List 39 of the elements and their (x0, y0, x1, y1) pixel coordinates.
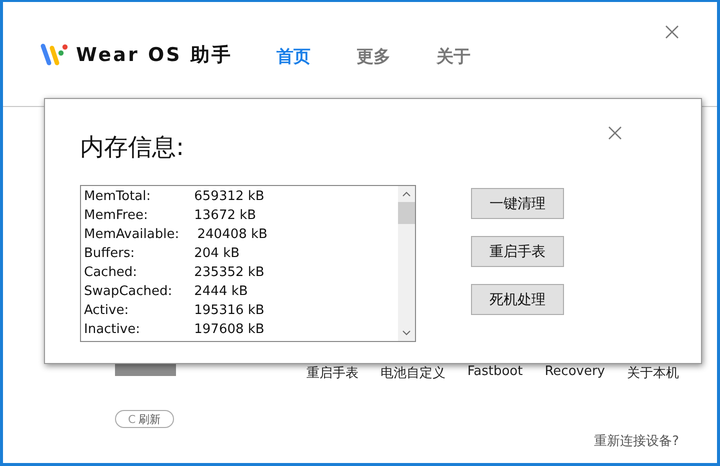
memory-value: 197608 kB (194, 322, 264, 337)
reconnect-link[interactable]: 重新连接设备? (594, 432, 679, 450)
nav-tab[interactable]: 首页 (276, 45, 310, 68)
memory-label: Active: (84, 302, 130, 320)
memory-label: MemTotal: (84, 188, 152, 206)
memory-value: 240408 kB (197, 227, 268, 242)
refresh-button[interactable]: C 刷新 (115, 410, 174, 428)
close-icon[interactable] (608, 126, 622, 140)
logo-icon (40, 43, 70, 67)
memory-value: 235352 kB (194, 265, 264, 280)
function-link[interactable]: 电池自定义 (380, 364, 446, 382)
dialog-title: 内存信息: (80, 132, 184, 163)
action-button[interactable]: 重启手表 (471, 236, 564, 267)
memory-label: Cached: (84, 264, 138, 282)
nav-tab[interactable]: 更多 (356, 45, 390, 68)
memory-label: Inactive: (84, 321, 141, 339)
memory-value: 195316 kB (194, 303, 264, 318)
memory-label: MemFree: (84, 207, 149, 225)
scroll-down-icon[interactable] (402, 330, 411, 336)
memory-value: 659312 kB (194, 189, 264, 204)
scroll-up-icon[interactable] (402, 191, 411, 197)
function-link[interactable]: Recovery (544, 364, 605, 382)
memory-label: SwapCached: (84, 283, 174, 301)
memory-value: 204 kB (194, 246, 240, 261)
action-button[interactable]: 死机处理 (471, 284, 564, 315)
action-button[interactable]: 一键清理 (471, 188, 564, 219)
close-icon[interactable] (665, 25, 679, 39)
function-link[interactable]: 重启手表 (306, 364, 358, 382)
app-title: Wear OS 助手 (76, 43, 232, 68)
memory-label: Buffers: (84, 245, 136, 263)
memory-list[interactable]: MemTotal: 659312 kB MemFree: 13672 kB MemAvailable: 240408 kB Buffers: 204 kB Cached: 235352 kB SwapCached: 2444 kB Active: 195316 kB Inactive: 197608 kB (80, 185, 416, 342)
memory-label: MemAvailable: (84, 226, 180, 244)
function-link[interactable]: 关于本机 (627, 364, 679, 382)
nav-tab[interactable]: 关于 (436, 45, 470, 68)
scrollbar[interactable] (398, 186, 415, 341)
scrollbar-thumb[interactable] (398, 202, 415, 224)
memory-value: 13672 kB (194, 208, 256, 223)
function-link[interactable]: Fastboot (467, 364, 523, 382)
memory-value: 2444 kB (194, 284, 248, 299)
